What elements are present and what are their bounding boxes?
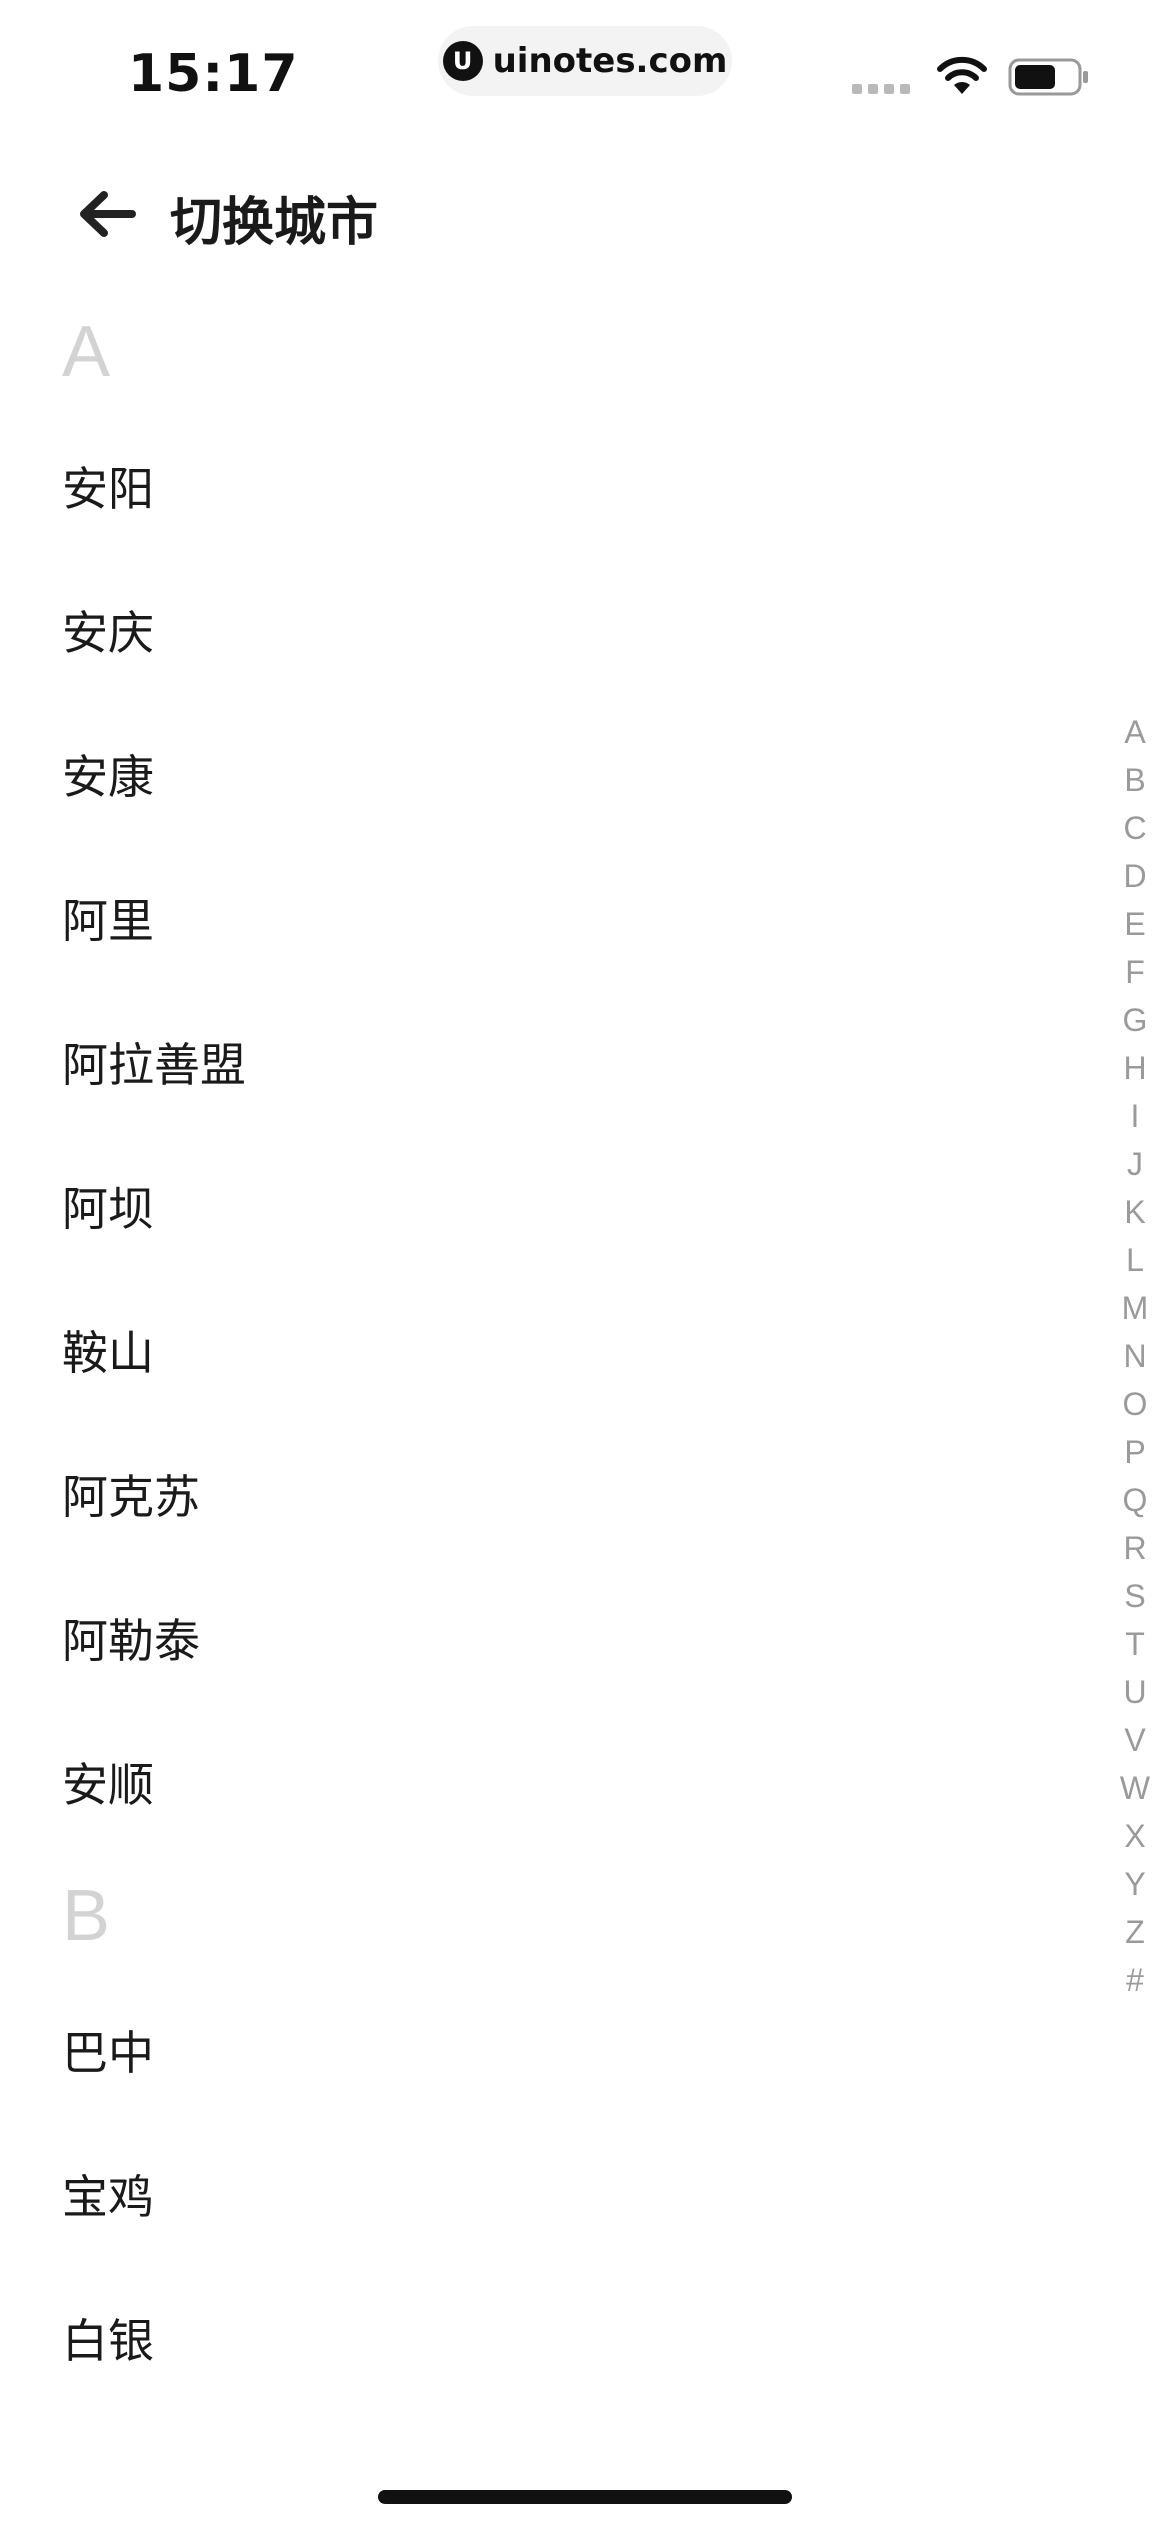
page-header: 切换城市 (0, 160, 1170, 270)
list-item[interactable]: 安康 (0, 702, 1100, 846)
index-letter-j[interactable]: J (1127, 1140, 1143, 1188)
index-letter-p[interactable]: P (1124, 1428, 1145, 1476)
status-bar: 15:17 U uinotes.com (0, 0, 1170, 150)
list-item[interactable]: 阿拉善盟 (0, 990, 1100, 1134)
status-time: 15:17 (128, 44, 299, 104)
index-letter-y[interactable]: Y (1124, 1860, 1145, 1908)
index-letter-l[interactable]: L (1126, 1236, 1144, 1284)
index-letter-q[interactable]: Q (1123, 1476, 1148, 1524)
home-indicator[interactable] (378, 2490, 792, 2504)
list-item[interactable]: 安顺 (0, 1710, 1100, 1854)
index-letter-d[interactable]: D (1123, 852, 1146, 900)
list-item[interactable]: 阿里 (0, 846, 1100, 990)
list-item[interactable]: 阿克苏 (0, 1422, 1100, 1566)
list-item[interactable]: 白银 (0, 2266, 1100, 2410)
index-letter-k[interactable]: K (1124, 1188, 1145, 1236)
index-letter-a[interactable]: A (1124, 708, 1145, 756)
cellular-signal-icon (852, 84, 910, 94)
index-letter-e[interactable]: E (1124, 900, 1145, 948)
list-item[interactable]: 鞍山 (0, 1278, 1100, 1422)
index-letter-s[interactable]: S (1124, 1572, 1145, 1620)
index-letter-t[interactable]: T (1125, 1620, 1145, 1668)
section-header-a: A (62, 312, 111, 392)
arrow-left-icon (80, 191, 136, 237)
index-letter-u[interactable]: U (1123, 1668, 1146, 1716)
list-item[interactable]: 巴中 (0, 1978, 1100, 2122)
index-letter-o[interactable]: O (1123, 1380, 1148, 1428)
battery-icon (1008, 58, 1088, 96)
index-letter-m[interactable]: M (1122, 1284, 1149, 1332)
site-logo-icon: U (442, 41, 483, 81)
url-pill[interactable]: U uinotes.com (438, 26, 732, 96)
index-letter-f[interactable]: F (1125, 948, 1145, 996)
index-letter-h[interactable]: H (1123, 1044, 1146, 1092)
page-title: 切换城市 (170, 193, 379, 253)
index-letter-i[interactable]: I (1131, 1092, 1140, 1140)
list-item[interactable]: 阿勒泰 (0, 1566, 1100, 1710)
index-letter-b[interactable]: B (1124, 756, 1145, 804)
wifi-icon (937, 56, 987, 94)
index-letter-w[interactable]: W (1120, 1764, 1150, 1812)
index-letter-z[interactable]: Z (1125, 1908, 1145, 1956)
list-item[interactable]: 安阳 (0, 414, 1100, 558)
index-letter-g[interactable]: G (1123, 996, 1148, 1044)
index-letter-r[interactable]: R (1123, 1524, 1146, 1572)
city-list[interactable]: A 安阳 安庆 安康 阿里 阿拉善盟 阿坝 鞍山 阿克苏 阿勒泰 安顺 B 巴中… (0, 290, 1100, 2410)
list-item[interactable]: 阿坝 (0, 1134, 1100, 1278)
index-letter-n[interactable]: N (1123, 1332, 1146, 1380)
alphabet-index[interactable]: A B C D E F G H I J K L M N O P Q R S T … (1110, 708, 1160, 2004)
back-button[interactable] (70, 182, 142, 246)
index-letter-c[interactable]: C (1123, 804, 1146, 852)
url-text: uinotes.com (492, 41, 728, 81)
section-header-b: B (62, 1876, 111, 1956)
list-item[interactable]: 宝鸡 (0, 2122, 1100, 2266)
index-letter-v[interactable]: V (1124, 1716, 1145, 1764)
index-letter-hash[interactable]: # (1126, 1956, 1144, 2004)
index-letter-x[interactable]: X (1124, 1812, 1145, 1860)
list-item[interactable]: 安庆 (0, 558, 1100, 702)
